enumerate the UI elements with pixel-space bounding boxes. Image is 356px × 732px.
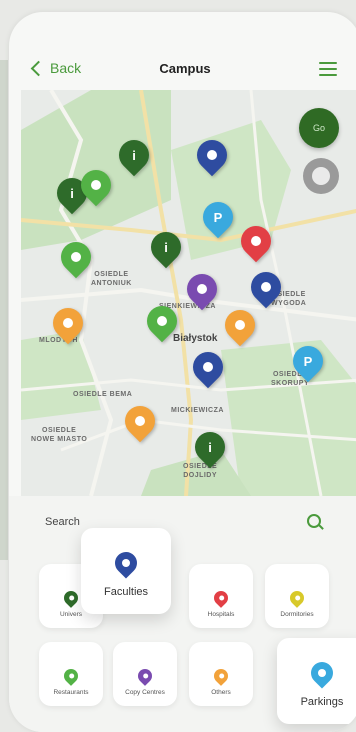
restaurant-pin[interactable] (74, 163, 118, 207)
restaurant-pin-icon (61, 666, 81, 686)
copy-centre-pin[interactable] (180, 267, 224, 311)
my-location-button[interactable]: Go (299, 108, 339, 148)
category-hospitals[interactable]: Hospitals (189, 564, 253, 628)
category-copy-centres[interactable]: Copy Centres (113, 642, 177, 706)
map-label-mickiewicza: MICKIEWICZA (171, 407, 224, 414)
faculty-pin-icon (110, 547, 142, 579)
hospital-pin[interactable] (234, 219, 278, 263)
dormitory-pin-icon (287, 588, 307, 608)
map-label-antoniuk: OSIEDLE ANTONIUK (91, 271, 132, 287)
parking-pin-icon (306, 657, 338, 689)
search-label[interactable]: Search (45, 516, 80, 528)
ring-icon (312, 167, 330, 185)
phone-screen: Back Campus OSIEDLE ANTONIUK OSIEDLE WYG… (9, 12, 356, 732)
layers-toggle-button[interactable] (303, 158, 339, 194)
campus-map[interactable]: OSIEDLE ANTONIUK OSIEDLE WYGODA MLODYCH … (21, 90, 356, 496)
university-pin[interactable]: i (112, 133, 156, 177)
other-pin[interactable] (46, 301, 90, 345)
search-icon[interactable] (307, 514, 321, 528)
category-others[interactable]: Others (189, 642, 253, 706)
hospital-pin-icon (211, 588, 231, 608)
university-pin[interactable]: i (188, 425, 232, 469)
other-pin-icon (211, 666, 231, 686)
parking-pin[interactable]: P (286, 339, 330, 383)
university-pin[interactable]: i (144, 225, 188, 269)
category-parkings[interactable]: Parkings (277, 638, 356, 724)
faculty-pin[interactable] (190, 133, 234, 177)
category-faculties[interactable]: Faculties (81, 528, 171, 614)
bottom-panel: Search Univers Faculties Hospitals Dormi… (9, 496, 356, 732)
other-pin[interactable] (118, 399, 162, 443)
background-app-edge (0, 60, 8, 560)
page-title: Campus (159, 61, 211, 76)
restaurant-pin[interactable] (140, 299, 184, 343)
top-bar: Back Campus (9, 12, 356, 90)
category-dormitories[interactable]: Dormitories (265, 564, 329, 628)
hamburger-menu-icon[interactable] (319, 62, 337, 76)
parking-pin[interactable]: P (196, 195, 240, 239)
map-label-bema: OSIEDLE BEMA (73, 391, 133, 398)
faculty-pin[interactable] (244, 265, 288, 309)
other-pin[interactable] (218, 303, 262, 347)
restaurant-pin[interactable] (54, 235, 98, 279)
category-restaurants[interactable]: Restaurants (39, 642, 103, 706)
map-label-nowe-miasto: OSIEDLE NOWE MIASTO (31, 427, 88, 443)
map-label-bialystok: Białystok (173, 333, 218, 344)
faculty-pin[interactable] (186, 345, 230, 389)
university-pin-icon (61, 588, 81, 608)
copy-centre-pin-icon (135, 666, 155, 686)
